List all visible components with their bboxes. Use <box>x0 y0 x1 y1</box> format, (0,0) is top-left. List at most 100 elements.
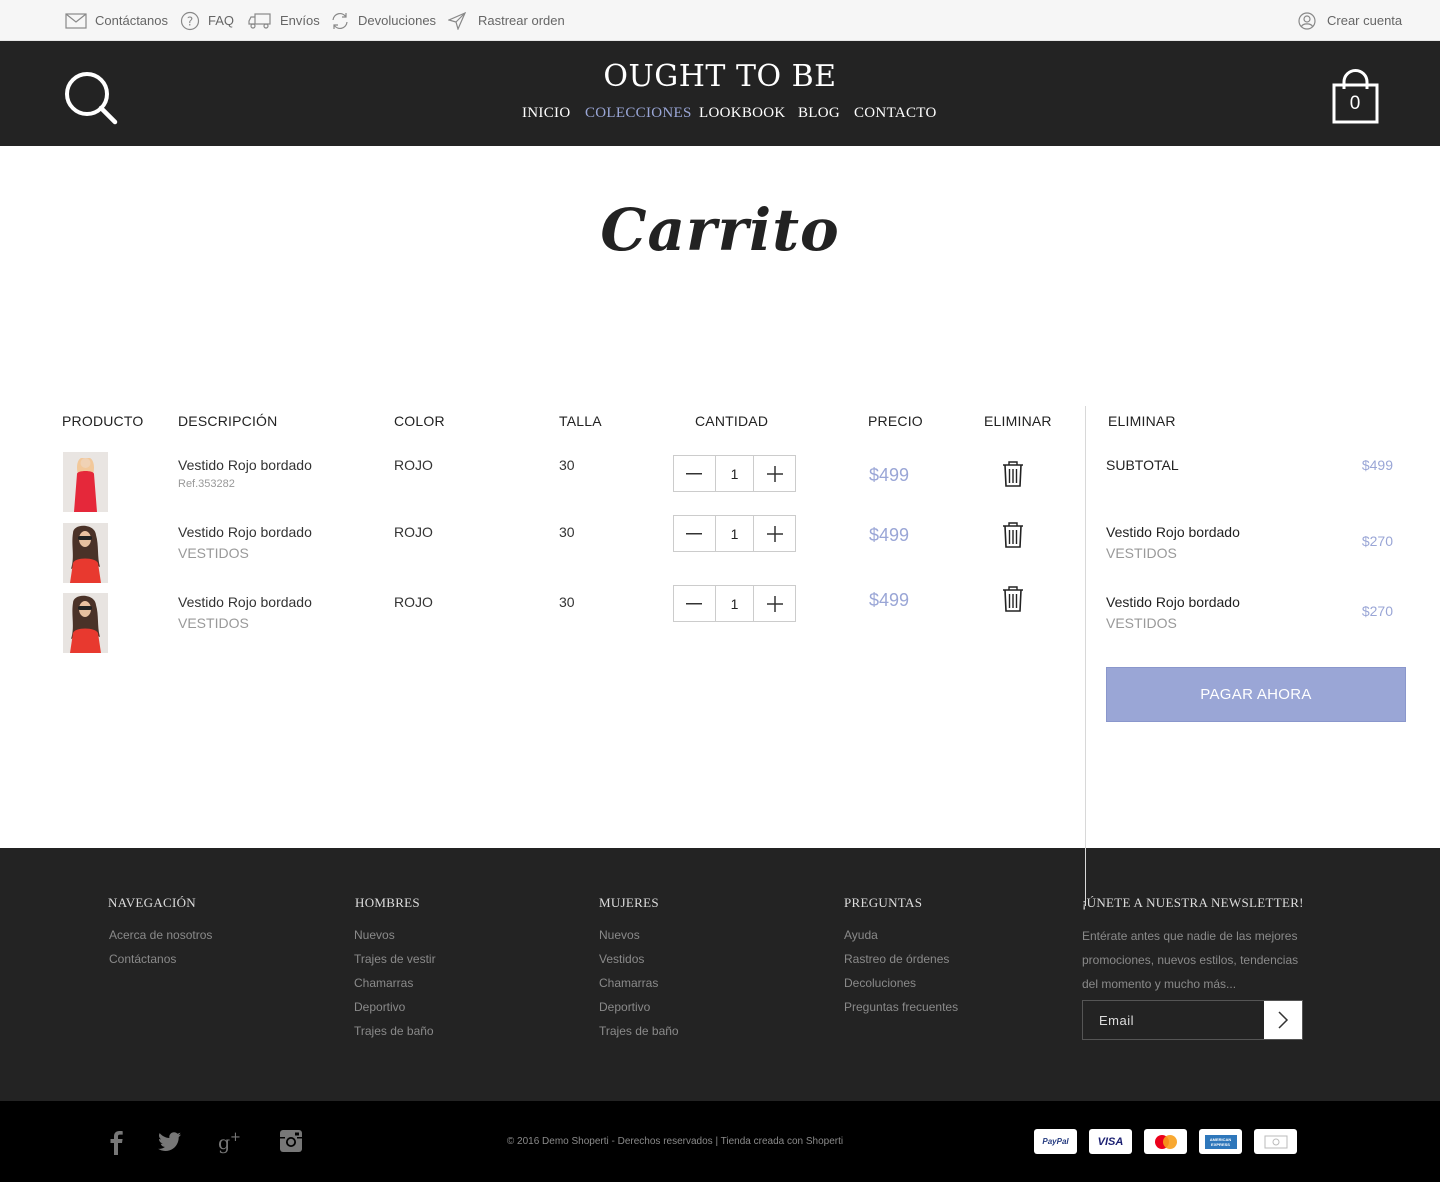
quantity-stepper: 1 <box>673 515 796 552</box>
footer-link[interactable]: Preguntas frecuentes <box>844 1000 958 1014</box>
summary-item-category: VESTIDOS <box>1106 545 1177 561</box>
footer-link[interactable]: Nuevos <box>599 928 640 942</box>
nav-item-contacto[interactable]: CONTACTO <box>854 105 937 122</box>
nav-item-lookbook[interactable]: LOOKBOOK <box>699 105 786 122</box>
footer-link[interactable]: Contáctanos <box>109 952 176 966</box>
topbar-link-label: FAQ <box>208 13 235 28</box>
product-color: ROJO <box>394 524 433 540</box>
nav-item-colecciones[interactable]: COLECCIONES <box>585 105 692 122</box>
site-footer: NAVEGACIÓN Acerca de nosotros Contáctano… <box>0 848 1440 1101</box>
decrease-quantity-button[interactable] <box>674 456 715 491</box>
footer-column-title: HOMBRES <box>355 895 420 910</box>
american-express-icon: AMERICAN EXPRESS <box>1199 1129 1242 1154</box>
cart-button[interactable]: 0 <box>1332 68 1380 126</box>
chevron-right-icon <box>1278 1011 1289 1029</box>
create-account-link[interactable]: Crear cuenta <box>1298 0 1402 41</box>
topbar-link-faq[interactable]: ? FAQ <box>180 0 234 41</box>
increase-quantity-button[interactable] <box>754 456 795 491</box>
minus-icon <box>686 472 703 474</box>
product-thumbnail[interactable] <box>63 452 108 512</box>
trash-icon[interactable] <box>1001 460 1025 488</box>
product-price: $499 <box>869 525 910 545</box>
footer-link[interactable]: Trajes de baño <box>354 1024 434 1038</box>
nav-item-inicio[interactable]: INICIO <box>522 105 570 122</box>
increase-quantity-button[interactable] <box>754 516 795 551</box>
footer-link[interactable]: Deportivo <box>354 1000 405 1014</box>
trash-icon[interactable] <box>1001 585 1025 613</box>
product-name[interactable]: Vestido Rojo bordado <box>178 524 312 540</box>
column-header-quantity: CANTIDAD <box>695 413 769 429</box>
truck-icon <box>248 12 272 30</box>
plus-icon <box>766 525 783 542</box>
trash-icon[interactable] <box>1001 521 1025 549</box>
product-size: 30 <box>559 457 575 473</box>
product-thumbnail[interactable] <box>63 593 108 653</box>
product-color: ROJO <box>394 594 433 610</box>
product-name[interactable]: Vestido Rojo bordado <box>178 594 312 610</box>
footer-link[interactable]: Chamarras <box>599 976 658 990</box>
summary-item-name: Vestido Rojo bordado <box>1106 594 1240 610</box>
footer-column-title: NAVEGACIÓN <box>108 895 196 910</box>
product-category: VESTIDOS <box>178 615 249 631</box>
nav-item-blog[interactable]: BLOG <box>798 105 840 122</box>
product-size: 30 <box>559 524 575 540</box>
product-reference: Ref.353282 <box>178 478 235 490</box>
topbar-link-track-order[interactable]: Rastrear orden <box>448 0 565 41</box>
product-category: VESTIDOS <box>178 545 249 561</box>
pay-now-button[interactable]: PAGAR AHORA <box>1106 667 1406 722</box>
topbar-link-shipping[interactable]: Envíos <box>248 0 320 41</box>
summary-item-price: $270 <box>1361 603 1393 619</box>
quantity-value[interactable]: 1 <box>714 516 755 551</box>
summary-header: ELIMINAR <box>1108 413 1176 429</box>
footer-link[interactable]: Trajes de vestir <box>354 952 436 966</box>
cash-icon <box>1254 1129 1297 1154</box>
quantity-value[interactable]: 1 <box>714 586 755 621</box>
column-header-color: COLOR <box>394 413 445 429</box>
newsletter-submit-button[interactable] <box>1264 1001 1302 1039</box>
minus-icon <box>686 602 703 604</box>
decrease-quantity-button[interactable] <box>674 516 715 551</box>
footer-link[interactable]: Chamarras <box>354 976 413 990</box>
product-name[interactable]: Vestido Rojo bordado <box>178 457 312 473</box>
summary-divider <box>1085 406 1086 906</box>
footer-column-title: PREGUNTAS <box>844 895 923 910</box>
newsletter-title: ¡ÚNETE A NUESTRA NEWSLETTER! <box>1082 895 1304 910</box>
quantity-value[interactable]: 1 <box>714 456 755 491</box>
footer-link[interactable]: Nuevos <box>354 928 395 942</box>
summary-item-name: Vestido Rojo bordado <box>1106 524 1240 540</box>
question-icon: ? <box>180 11 200 31</box>
footer-link[interactable]: Trajes de baño <box>599 1024 679 1038</box>
column-header-remove: ELIMINAR <box>984 413 1052 429</box>
footer-link[interactable]: Decoluciones <box>844 976 916 990</box>
subtotal-label: SUBTOTAL <box>1106 457 1179 473</box>
paypal-icon: PayPal <box>1034 1129 1077 1154</box>
footer-link[interactable]: Vestidos <box>599 952 644 966</box>
utility-bar: Contáctanos ? FAQ Envíos Devoluciones Ra… <box>0 0 1440 41</box>
product-size: 30 <box>559 594 575 610</box>
topbar-link-returns[interactable]: Devoluciones <box>330 0 436 41</box>
product-color: ROJO <box>394 457 433 473</box>
bottom-bar: g + © 2016 Demo Shoperti - Derechos reser… <box>0 1101 1440 1182</box>
create-account-label: Crear cuenta <box>1327 13 1403 28</box>
footer-link[interactable]: Ayuda <box>844 928 878 942</box>
summary-item-price: $270 <box>1361 533 1393 549</box>
minus-icon <box>686 532 703 534</box>
newsletter-email-input[interactable] <box>1083 1001 1264 1039</box>
footer-link[interactable]: Deportivo <box>599 1000 650 1014</box>
column-header-size: TALLA <box>559 413 602 429</box>
footer-column-title: MUJERES <box>599 895 659 910</box>
column-header-description: DESCRIPCIÓN <box>178 413 278 429</box>
footer-link[interactable]: Rastreo de órdenes <box>844 952 949 966</box>
topbar-link-label: Contáctanos <box>95 13 168 28</box>
plus-icon <box>766 595 783 612</box>
topbar-link-contact[interactable]: Contáctanos <box>65 0 168 41</box>
newsletter-form <box>1082 1000 1303 1040</box>
footer-link[interactable]: Acerca de nosotros <box>109 928 212 942</box>
refresh-icon <box>330 12 350 30</box>
site-header: OUGHT TO BE INICIO COLECCIONES LOOKBOOK … <box>0 41 1440 146</box>
site-logo[interactable]: OUGHT TO BE <box>0 59 1440 94</box>
decrease-quantity-button[interactable] <box>674 586 715 621</box>
increase-quantity-button[interactable] <box>754 586 795 621</box>
product-thumbnail[interactable] <box>63 523 108 583</box>
quantity-stepper: 1 <box>673 455 796 492</box>
